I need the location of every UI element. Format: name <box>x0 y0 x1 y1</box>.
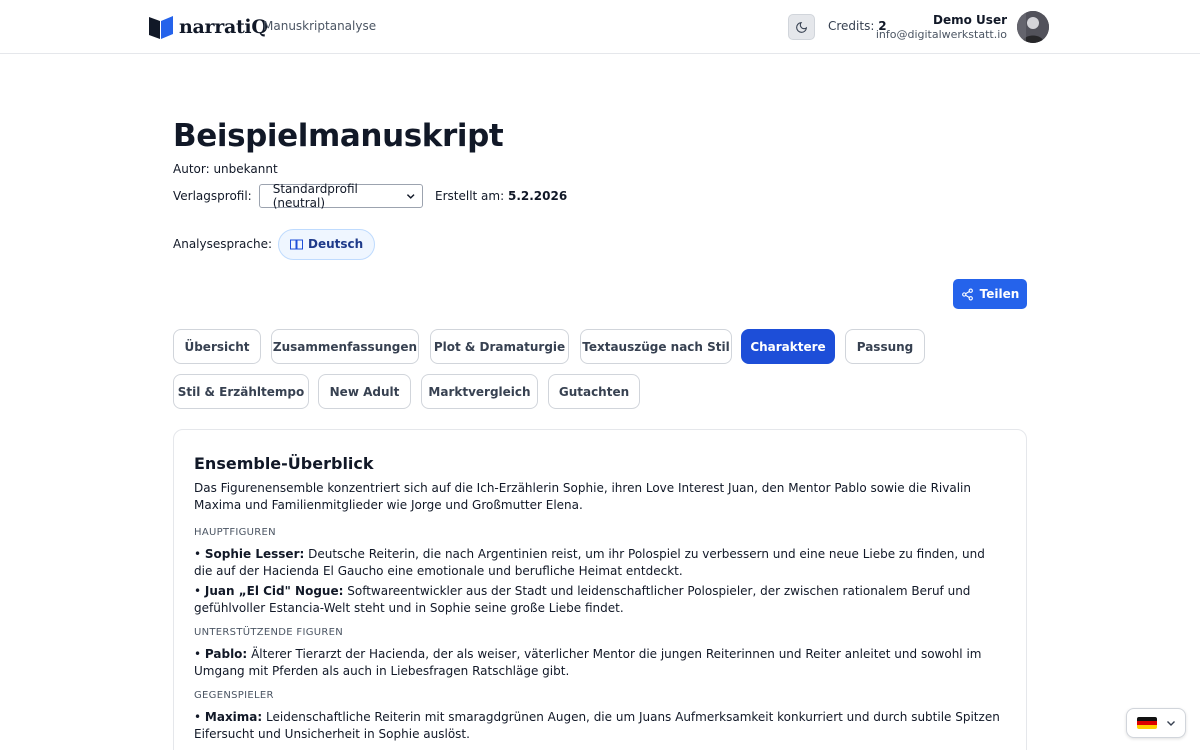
character-name: Sophie Lesser: <box>204 547 305 561</box>
chevron-down-icon <box>407 194 415 199</box>
character-entry: • Pablo: Älterer Tierarzt der Hacienda, … <box>194 646 1004 680</box>
tab-new-adult[interactable]: New Adult <box>318 374 411 409</box>
share-label: Teilen <box>979 287 1020 301</box>
bullet: • <box>194 647 202 661</box>
author-line: Autor: unbekannt <box>173 162 278 176</box>
share-icon <box>961 288 973 300</box>
character-name: Juan „El Cid" Nogue: <box>204 584 344 598</box>
book-open-icon <box>290 239 304 249</box>
bullet: • <box>194 547 202 561</box>
user-name: Demo User <box>933 13 1007 27</box>
language-label: Analysesprache: <box>173 237 273 251</box>
created-value: 5.2.2026 <box>507 189 568 203</box>
chevron-down-icon <box>1167 721 1175 726</box>
bullet: • <box>194 710 202 724</box>
tab-summaries[interactable]: Zusammenfassungen <box>271 329 419 364</box>
publisher-profile-select[interactable]: Standardprofil (neutral) <box>258 182 423 210</box>
brand-name: narratiQ <box>179 16 268 38</box>
tab-report[interactable]: Gutachten <box>548 374 640 409</box>
section-heading-antagonists: Gegenspieler <box>194 690 274 701</box>
tab-market[interactable]: Marktvergleich <box>421 374 538 409</box>
created-label: Erstellt am: <box>435 189 505 203</box>
character-description: Älterer Tierarzt der Hacienda, der als w… <box>194 647 982 678</box>
tab-excerpts[interactable]: Textauszüge nach Stil <box>580 329 732 364</box>
profile-row: Verlagsprofil: Standardprofil (neutral) <box>173 182 423 210</box>
tab-overview[interactable]: Übersicht <box>173 329 261 364</box>
tab-style-pace[interactable]: Stil & Erzähltempo <box>173 374 309 409</box>
character-description: Deutsche Reiterin, die nach Argentinien … <box>194 547 985 578</box>
character-entry: • Juan „El Cid" Nogue: Softwareentwickle… <box>194 583 1004 617</box>
page-title: Beispielmanuskript <box>173 118 504 154</box>
section-heading-supporting: Unterstützende Figuren <box>194 627 344 638</box>
tab-characters[interactable]: Charaktere <box>741 329 835 364</box>
character-entry: • Sophie Lesser: Deutsche Reiterin, die … <box>194 546 1004 580</box>
ensemble-card: Ensemble-Überblick Das Figurenensemble k… <box>173 429 1027 750</box>
german-flag-icon <box>1137 717 1157 729</box>
app-subtitle: Manuskriptanalyse <box>263 19 377 33</box>
tab-plot[interactable]: Plot & Dramaturgie <box>430 329 569 364</box>
character-entry: • Maxima: Leidenschaftliche Reiterin mit… <box>194 709 1004 743</box>
theme-toggle-button[interactable] <box>788 14 815 40</box>
ui-language-switcher[interactable] <box>1126 708 1186 738</box>
top-header: narratiQ Manuskriptanalyse Credits: 2 De… <box>0 0 1200 54</box>
analysis-language-row: Analysesprache: Deutsch <box>173 228 376 260</box>
tab-fit[interactable]: Passung <box>845 329 925 364</box>
avatar[interactable] <box>1017 11 1049 43</box>
character-name: Maxima: <box>204 710 263 724</box>
user-email: info@digitalwerkstatt.io <box>875 28 1007 41</box>
card-title: Ensemble-Überblick <box>194 454 374 473</box>
character-name: Pablo: <box>204 647 248 661</box>
profile-label: Verlagsprofil: <box>173 189 252 203</box>
credits-label: Credits: <box>828 19 875 33</box>
character-description: Leidenschaftliche Reiterin mit smaragdgr… <box>194 710 1000 741</box>
brand-logo[interactable]: narratiQ <box>148 12 268 42</box>
book-logo-icon <box>149 16 173 39</box>
bullet: • <box>194 584 202 598</box>
profile-select-value: Standardprofil (neutral) <box>272 182 358 210</box>
avatar-photo-icon <box>1017 11 1049 43</box>
moon-icon <box>796 21 808 33</box>
language-pill[interactable]: Deutsch <box>278 228 376 260</box>
created-date: Erstellt am: 5.2.2026 <box>435 189 567 203</box>
language-value: Deutsch <box>308 237 364 251</box>
ensemble-intro: Das Figurenensemble konzentriert sich au… <box>194 481 971 512</box>
section-heading-main: Hauptfiguren <box>194 527 276 538</box>
share-button[interactable]: Teilen <box>953 279 1027 309</box>
